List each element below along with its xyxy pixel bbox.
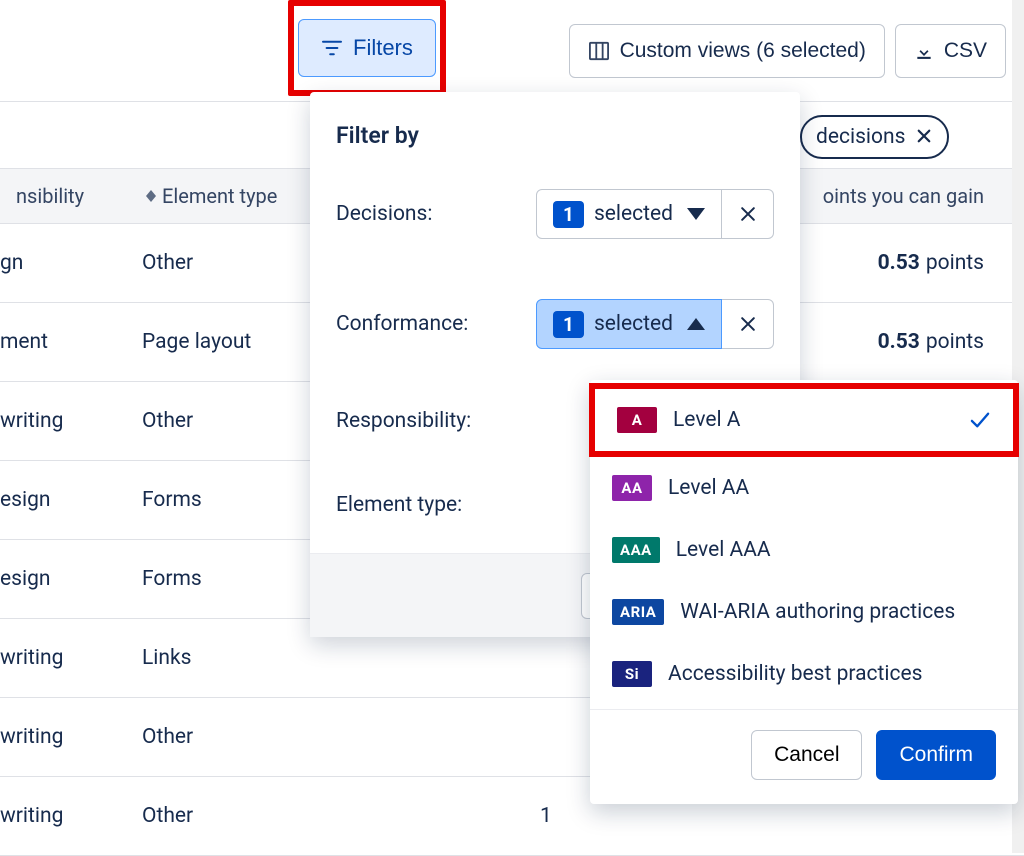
- active-filter-chips: decisions: [800, 115, 949, 159]
- chevron-down-icon: [687, 208, 705, 220]
- conformance-dropdown: A Level A AA Level AA AAA Level AAA ARIA…: [590, 380, 1018, 804]
- filter-label-element-type: Element type:: [336, 493, 462, 517]
- popover-title: Filter by: [310, 92, 800, 171]
- col-responsibility[interactable]: nsibility: [0, 184, 130, 208]
- filter-label-conformance: Conformance:: [336, 312, 468, 336]
- csv-label: CSV: [944, 39, 987, 63]
- decisions-clear-button[interactable]: [722, 189, 774, 239]
- dropdown-options: A Level A AA Level AA AAA Level AAA ARIA…: [590, 380, 1018, 709]
- chevron-up-icon: [687, 318, 705, 330]
- dropdown-option-level-aa[interactable]: AA Level AA: [590, 457, 1018, 519]
- download-icon: [914, 41, 934, 61]
- col-element-type[interactable]: Element type: [130, 184, 310, 208]
- badge-aaa: AAA: [612, 537, 660, 563]
- conformance-select[interactable]: 1 selected: [536, 299, 722, 349]
- dropdown-footer: Cancel Confirm: [590, 709, 1018, 804]
- badge-a: A: [617, 407, 657, 433]
- dropdown-option-level-aaa[interactable]: AAA Level AAA: [590, 519, 1018, 581]
- custom-views-label: Custom views (6 selected): [620, 39, 866, 63]
- conformance-clear-button[interactable]: [722, 299, 774, 349]
- check-icon: [969, 411, 991, 429]
- filters-highlight-box: Filters: [288, 0, 446, 96]
- sort-icon: [146, 190, 156, 202]
- filter-chip-decisions[interactable]: decisions: [800, 115, 949, 159]
- csv-button[interactable]: CSV: [895, 24, 1006, 78]
- dropdown-option-wai-aria[interactable]: ARIA WAI-ARIA authoring practices: [590, 581, 1018, 643]
- close-icon[interactable]: [915, 123, 933, 151]
- option-label: WAI-ARIA authoring practices: [680, 600, 955, 624]
- option-label: Level AAA: [676, 538, 771, 562]
- dropdown-option-best-practices[interactable]: Si Accessibility best practices: [590, 643, 1018, 705]
- custom-views-button[interactable]: Custom views (6 selected): [569, 24, 885, 78]
- filters-button[interactable]: Filters: [298, 19, 436, 77]
- chip-label: decisions: [816, 125, 905, 149]
- filter-icon: [321, 39, 343, 57]
- badge-aa: AA: [612, 475, 652, 501]
- dropdown-cancel-button[interactable]: Cancel: [751, 730, 862, 780]
- dropdown-option-level-a[interactable]: A Level A: [589, 383, 1019, 457]
- columns-icon: [588, 41, 610, 61]
- badge-si: Si: [612, 661, 652, 687]
- filter-row-decisions: Decisions: 1 selected: [310, 171, 800, 281]
- option-label: Accessibility best practices: [668, 662, 922, 686]
- dropdown-confirm-button[interactable]: Confirm: [876, 730, 996, 780]
- filter-row-conformance: Conformance: 1 selected: [310, 281, 800, 391]
- option-label: Level AA: [668, 476, 749, 500]
- selected-count-badge: 1: [553, 201, 584, 228]
- badge-aria: ARIA: [612, 599, 664, 625]
- top-toolbar: Filters Custom views (6 selected) CSV: [0, 0, 1024, 102]
- filter-label-decisions: Decisions:: [336, 202, 432, 226]
- filters-label: Filters: [353, 35, 413, 61]
- selected-count-badge: 1: [553, 311, 584, 338]
- option-label: Level A: [673, 408, 741, 432]
- filter-label-responsibility: Responsibility:: [336, 409, 471, 433]
- decisions-select[interactable]: 1 selected: [536, 189, 722, 239]
